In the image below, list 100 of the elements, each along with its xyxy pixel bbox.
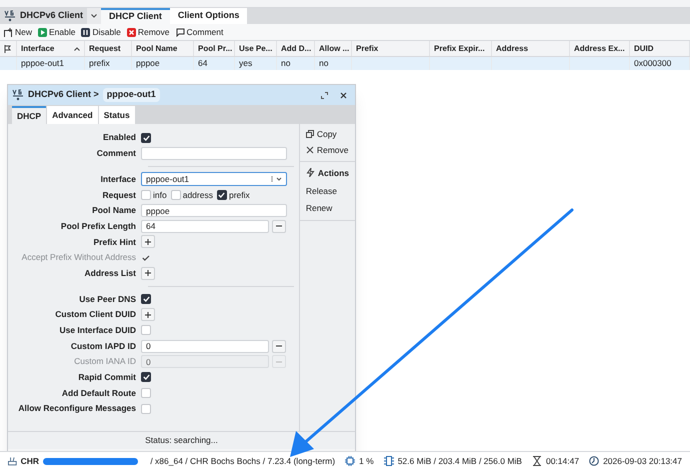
check-icon [142,134,150,141]
toolbar-button[interactable]: Remove [126,26,170,38]
checkbox[interactable] [141,132,151,143]
minus-icon [276,358,282,365]
column-header[interactable]: Prefix Expir... [430,41,492,56]
table-cell: pppoe-out1 [21,57,64,70]
column-header[interactable]: Add D... [277,41,315,56]
tab[interactable]: Client Options [170,8,248,24]
option-label: info [153,188,167,202]
field-label: Allow Reconfigure Messages [17,402,136,416]
table-row[interactable]: pppoe-out1 prefix pppoe 64 yes no no 0x000300 [0,57,690,70]
check-icon [142,374,150,380]
field-label: Use Interface DUID [58,324,136,337]
router-icon [8,456,17,466]
checkbox[interactable] [141,372,151,382]
ipv6-icon [12,89,24,101]
add-button[interactable] [141,266,155,280]
checkbox[interactable] [141,294,151,304]
column-header[interactable]: Pool Pr... [194,41,235,56]
chevron-button[interactable] [87,8,102,24]
ipv6-icon [4,10,16,22]
check-icon [218,192,226,198]
field-label: Pool Prefix Length [60,220,136,233]
field-label: Custom IANA ID [73,355,136,368]
comment-icon [176,28,184,36]
status-text: Status: searching... [145,434,218,447]
sort-icon [74,46,80,50]
cpu-icon [345,456,356,466]
uptime: 00:14:47 [546,454,580,468]
field-label: Pool Name [91,204,136,217]
toolbar-button[interactable]: Comment [176,26,224,38]
table-cell: yes [239,57,252,70]
cpu-usage: 1 % [359,454,374,468]
interface-dropdown[interactable]: pppoe-out1 [141,172,287,186]
chevron-icon [91,14,98,18]
tab[interactable]: DHCP Client [101,8,170,24]
add-icon [4,28,13,36]
column-header[interactable]: DUID [630,41,690,56]
text-field[interactable] [141,147,287,160]
side-action[interactable]: Copy [306,128,349,141]
play-icon [38,28,48,36]
field-label: Prefix Hint [92,236,136,248]
close-icon [340,92,347,98]
toolbar-button[interactable]: New [4,26,32,38]
table-cell: 0x000300 [634,57,672,70]
column-header[interactable]: Address [492,41,570,56]
tab[interactable]: Status [98,106,135,124]
plus-icon [145,238,151,245]
column-header[interactable]: Pool Name [132,41,194,56]
table-cell: 64 [198,57,208,70]
record-name: pppoe-out1 [102,88,160,102]
column-header[interactable]: Allow ... [315,41,352,56]
close-icon [306,146,314,154]
hourglass-icon [532,456,542,466]
field-label: Rapid Commit [77,371,136,384]
add-button[interactable] [141,235,155,248]
table-cell: no [281,57,290,70]
expand-icon [321,92,328,98]
minus-icon [276,343,282,350]
column-header[interactable]: Use Pe... [235,41,277,56]
pause-icon [81,28,90,36]
tab[interactable]: DHCP [12,106,46,124]
check-icon [142,296,150,302]
checkbox[interactable] [216,190,227,200]
field-label: Enabled [102,131,136,144]
text-field[interactable]: 0 [141,340,269,353]
column-header[interactable]: Address Ex... [570,41,630,56]
column-header[interactable]: Prefix [352,41,430,56]
field-label: Custom IAPD ID [70,340,136,352]
text-field[interactable]: pppoe [141,204,287,218]
field-label: Custom Client DUID [54,308,136,322]
text-field[interactable]: 64 [141,220,269,233]
column-header[interactable]: Request [85,41,132,56]
lightning-icon [306,168,315,178]
plus-icon [145,270,151,276]
table-cell: no [319,57,328,70]
system-name: CHR [20,454,40,468]
dropdown-icon [270,176,282,182]
section-heading: Actions [318,166,349,180]
action-link[interactable]: Release [306,185,349,198]
system-info: / x86_64 / CHR Bochs Bochs / 7.23.4 (long-term) [150,454,336,468]
copy-icon [306,130,314,138]
toolbar-button[interactable]: Enable [38,26,76,38]
window-title: DHCPv6 Client [20,9,84,22]
column-header[interactable]: Interface [17,41,85,56]
add-button[interactable] [141,308,155,322]
minus-icon [276,223,282,230]
clock-icon [589,456,600,466]
plus-icon [145,312,151,318]
field-label: Add Default Route [60,386,136,400]
remove-button[interactable] [272,220,286,233]
option-label: address [182,188,213,202]
side-action[interactable]: Remove [306,144,349,156]
remove-button[interactable] [272,340,286,353]
tab[interactable]: Advanced [46,106,98,124]
field-label: Accept Prefix Without Address [20,251,136,264]
toolbar-button[interactable]: Disable [81,26,121,38]
option-label: prefix [228,188,250,202]
action-link[interactable]: Renew [306,202,349,215]
field-label: Interface [100,172,136,186]
